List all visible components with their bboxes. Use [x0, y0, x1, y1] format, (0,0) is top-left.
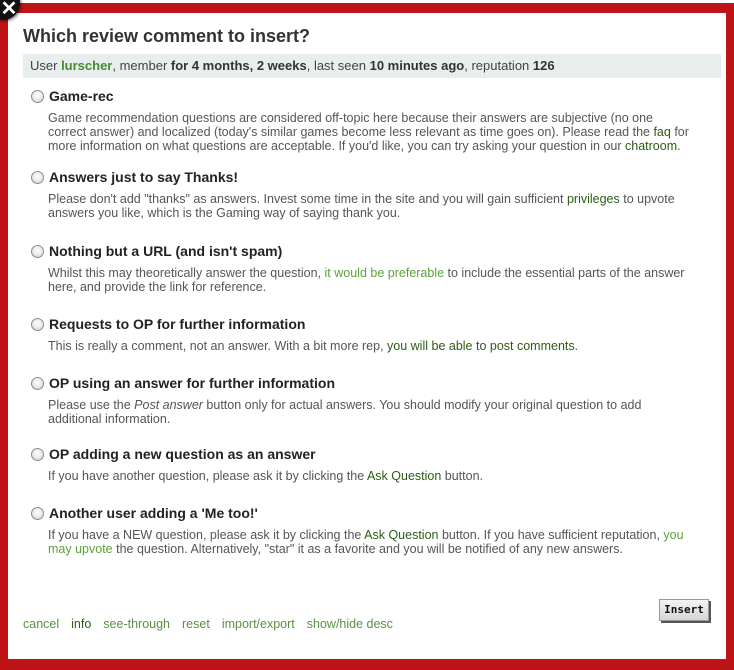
option-radio[interactable]	[31, 89, 44, 103]
option-radio[interactable]	[31, 317, 44, 331]
review-comment-dialog: Which review comment to insert? User lur…	[0, 3, 734, 670]
description-text: button. If you have sufficient reputatio…	[438, 528, 664, 542]
description-link[interactable]: Ask Question	[364, 528, 438, 542]
option-title[interactable]: Another user adding a 'Me too!'	[49, 505, 258, 521]
footer-link-cancel[interactable]: cancel	[23, 617, 59, 631]
option-title[interactable]: Requests to OP for further information	[49, 316, 305, 332]
footer-link-reset[interactable]: reset	[182, 617, 210, 631]
footer-link-see-through[interactable]: see-through	[103, 617, 170, 631]
option-header[interactable]: Requests to OP for further information	[31, 314, 691, 334]
option-header[interactable]: Another user adding a 'Me too!'	[31, 503, 691, 523]
description-text: the question. Alternatively, "star" it a…	[112, 542, 623, 556]
description-link[interactable]: faq	[653, 125, 670, 139]
description-text: Please don't add "thanks" as answers. In…	[48, 192, 567, 206]
option-description: If you have a NEW question, please ask i…	[48, 528, 691, 556]
option-description: Please use the Post answer button only f…	[48, 398, 691, 426]
comment-option[interactable]: Game-rec Game recommendation questions ar…	[31, 86, 691, 153]
description-text: This is really a comment, not an answer.…	[48, 339, 388, 353]
option-description: If you have another question, please ask…	[48, 469, 691, 483]
footer-links: cancel info see-through reset import/export s…	[23, 617, 405, 631]
option-header[interactable]: OP adding a new question as an answer	[31, 444, 691, 464]
description-link[interactable]: Ask Question	[367, 469, 441, 483]
user-info-bar: User lurscher, member for 4 months, 2 we…	[23, 54, 721, 78]
description-text: .	[574, 339, 579, 353]
emphasis-text: Post answer	[134, 398, 203, 412]
description-text: Whilst this may theoretically answer the…	[48, 266, 325, 280]
option-radio[interactable]	[31, 376, 44, 390]
option-header[interactable]: Nothing but a URL (and isn't spam)	[31, 241, 691, 261]
reputation: 126	[532, 58, 555, 73]
comment-options-list: Game-rec Game recommendation questions ar…	[31, 86, 691, 556]
description-text: Game recommendation questions are consid…	[48, 111, 654, 139]
description-link[interactable]: it would be preferable	[325, 266, 445, 280]
option-description: Game recommendation questions are consid…	[48, 111, 691, 153]
comment-option[interactable]: Requests to OP for further information Th…	[31, 314, 691, 353]
description-text: Please use the	[48, 398, 135, 412]
option-title[interactable]: Game-rec	[49, 88, 114, 104]
comment-option[interactable]: Answers just to say Thanks! Please don't …	[31, 167, 691, 220]
comment-option[interactable]: Another user adding a 'Me too!' If you ha…	[31, 503, 691, 556]
dialog-title: Which review comment to insert?	[23, 26, 311, 46]
description-link[interactable]: you will be able to post comments	[387, 339, 575, 353]
description-link[interactable]: privileges	[567, 192, 620, 206]
close-icon: ✕	[0, 0, 18, 20]
option-header[interactable]: Game-rec	[31, 86, 691, 106]
footer-link-info[interactable]: info	[71, 617, 91, 631]
option-radio[interactable]	[31, 170, 44, 184]
description-text: .	[677, 139, 681, 153]
insert-button[interactable]: Insert	[659, 599, 709, 621]
footer-link-import-export[interactable]: import/export	[222, 617, 295, 631]
option-radio[interactable]	[31, 506, 44, 520]
option-title[interactable]: OP using an answer for further informati…	[49, 375, 335, 391]
option-description: Whilst this may theoretically answer the…	[48, 266, 691, 294]
member-duration: for 4 months, 2 weeks	[170, 58, 307, 73]
option-radio[interactable]	[31, 447, 44, 461]
option-title[interactable]: Answers just to say Thanks!	[49, 169, 238, 185]
comment-option[interactable]: Nothing but a URL (and isn't spam) Whilst…	[31, 241, 691, 294]
comment-option[interactable]: OP using an answer for further informati…	[31, 373, 691, 426]
option-header[interactable]: OP using an answer for further informati…	[31, 373, 691, 393]
description-text: If you have a NEW question, please ask i…	[48, 528, 365, 542]
option-header[interactable]: Answers just to say Thanks!	[31, 167, 691, 187]
description-link[interactable]: chatroom	[625, 139, 677, 153]
comment-option[interactable]: OP adding a new question as an answer If …	[31, 444, 691, 483]
footer-link-show-hide-desc[interactable]: show/hide desc	[307, 617, 393, 631]
username-link[interactable]: lurscher	[61, 58, 112, 73]
option-title[interactable]: OP adding a new question as an answer	[49, 446, 316, 462]
option-description: This is really a comment, not an answer.…	[48, 339, 691, 353]
option-title[interactable]: Nothing but a URL (and isn't spam)	[49, 243, 282, 259]
description-text: button.	[441, 469, 483, 483]
description-text: If you have another question, please ask…	[48, 469, 367, 483]
option-description: Please don't add "thanks" as answers. In…	[48, 192, 691, 220]
option-radio[interactable]	[31, 244, 44, 258]
last-seen: 10 minutes ago	[369, 58, 465, 73]
